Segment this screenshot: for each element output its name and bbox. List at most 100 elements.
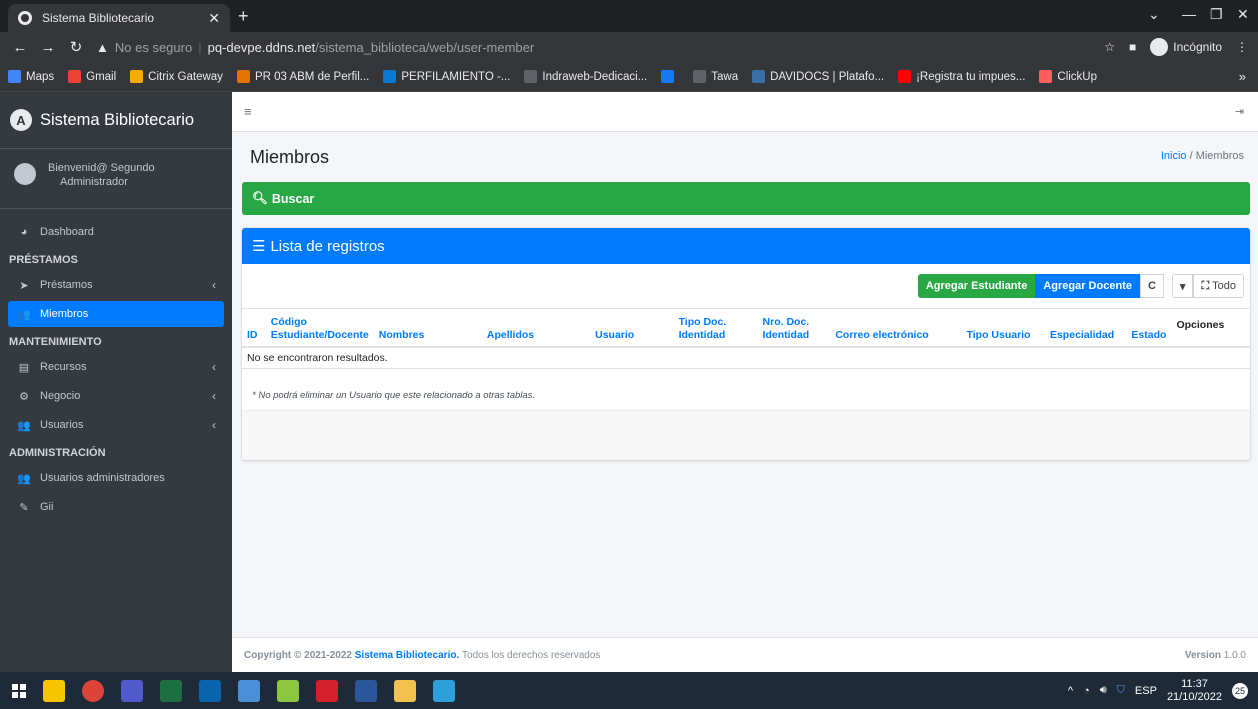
add-teacher-button[interactable]: Agregar Docente — [1035, 274, 1140, 298]
sidebar-item-gii[interactable]: ✎ Gii — [8, 494, 224, 520]
menu-toggle-icon[interactable]: ≡ — [244, 104, 252, 119]
logout-icon[interactable]: ⇥ — [1235, 105, 1244, 118]
bookmark-item[interactable]: DAVIDOCS | Platafo... — [752, 70, 884, 83]
bookmark-item[interactable] — [661, 70, 679, 83]
search-card-header[interactable]: 🔍︎ Buscar — [242, 182, 1250, 215]
bookmark-star-icon[interactable]: ☆ — [1104, 40, 1115, 54]
url-field[interactable]: ▲ No es seguro | pq-devpe.ddns.net /sist… — [96, 35, 1104, 59]
bookmark-item[interactable]: ClickUp — [1039, 70, 1097, 83]
bookmark-label: ¡Registra tu impues... — [916, 70, 1026, 83]
sidebar-item-préstamos[interactable]: ➤ Préstamos ‹ — [8, 272, 224, 298]
column-header[interactable]: Usuario — [590, 308, 674, 348]
column-header-line1: Código — [270, 315, 307, 328]
version-value: 1.0.0 — [1223, 649, 1246, 661]
incognito-label: Incógnito — [1173, 40, 1222, 54]
column-header[interactable]: Nro. Doc. Identidad — [757, 308, 831, 348]
page-title: Miembros — [250, 147, 330, 167]
photos-icon[interactable] — [433, 679, 455, 702]
bookmarks-overflow-icon[interactable]: » — [1239, 69, 1246, 84]
bookmark-item[interactable]: Maps — [8, 70, 54, 83]
column-header[interactable]: Estado — [1126, 308, 1172, 348]
avatar — [14, 163, 36, 185]
browser-menu-icon[interactable]: ⋮ — [1236, 40, 1248, 54]
back-icon[interactable]: ← — [12, 39, 28, 56]
tray-chevron-icon[interactable]: ^ — [1068, 685, 1073, 697]
bookmark-item[interactable]: PERFILAMIENTO -... — [383, 70, 510, 83]
list-icon: ☰ — [252, 238, 266, 255]
new-tab-button[interactable]: + — [238, 6, 249, 27]
bookmark-item[interactable]: Indraweb-Dedicaci... — [524, 70, 647, 83]
acrobat-icon[interactable] — [316, 679, 338, 702]
close-window-icon[interactable]: ✕ — [1237, 6, 1249, 23]
column-header[interactable]: Tipo Usuario — [961, 308, 1045, 348]
paint-icon[interactable] — [238, 679, 260, 702]
bookmark-favicon-icon — [1039, 70, 1053, 83]
edit-icon: ✎ — [19, 501, 29, 514]
column-header[interactable]: Correo electrónico — [830, 308, 962, 348]
search-icon: 🔍︎ — [252, 191, 268, 205]
sidebar-item-usuarios-administradores[interactable]: 👥 Usuarios administradores — [8, 465, 224, 491]
chrome-icon[interactable] — [82, 679, 104, 702]
refresh-button[interactable]: C — [1139, 274, 1164, 298]
language-indicator[interactable]: ESP — [1135, 685, 1157, 697]
address-bar-row: ← → ↻ ▲ No es seguro | pq-devpe.ddns.net… — [0, 32, 1258, 62]
sidebar-item-label: Recursos — [40, 361, 87, 373]
minimize-icon[interactable]: — — [1182, 6, 1196, 22]
reload-icon[interactable]: ↻ — [68, 38, 84, 56]
url-path: /sistema_biblioteca/web/user-member — [315, 39, 535, 55]
teams-icon[interactable] — [121, 679, 143, 702]
browser-tab[interactable]: Sistema Bibliotecario ✕ — [8, 4, 230, 32]
add-student-button[interactable]: Agregar Estudiante — [917, 274, 1036, 298]
user-greeting[interactable]: Bienvenid@ Segundo — [48, 161, 155, 175]
bookmark-item[interactable]: Citrix Gateway — [130, 70, 223, 83]
column-header[interactable]: Especialidad — [1044, 308, 1127, 348]
breadcrumb-home[interactable]: Inicio — [1161, 150, 1187, 162]
footer-brand-link[interactable]: Sistema Bibliotecario. — [355, 650, 459, 661]
sidebar-item-dashboard[interactable]: ◕ Dashboard — [8, 219, 224, 245]
bookmark-item[interactable]: PR 03 ABM de Perfil... — [236, 70, 369, 83]
sticky-notes-icon[interactable] — [43, 679, 65, 702]
brand-link[interactable]: A Sistema Bibliotecario — [0, 92, 232, 149]
word-icon[interactable] — [355, 679, 377, 702]
column-header[interactable]: ID — [242, 308, 266, 348]
bookmark-favicon-icon — [661, 70, 675, 83]
forward-icon[interactable]: → — [40, 39, 56, 56]
app-a-icon[interactable] — [277, 679, 299, 702]
bookmark-label: DAVIDOCS | Platafo... — [770, 70, 885, 83]
excel-icon[interactable] — [160, 679, 182, 702]
sidebar-item-recursos[interactable]: ▤ Recursos ‹ — [8, 354, 224, 380]
clock[interactable]: 11:37 21/10/2022 — [1167, 678, 1222, 704]
column-header[interactable]: Nombres — [373, 308, 482, 348]
bookmark-item[interactable]: ¡Registra tu impues... — [898, 70, 1025, 83]
outlook-icon[interactable] — [199, 679, 221, 702]
windows-start-icon[interactable] — [12, 683, 26, 698]
column-header-line2: ID — [247, 328, 258, 341]
sidebar-item-miembros[interactable]: 👥 Miembros — [8, 301, 224, 327]
sidepanel-icon[interactable]: ■ — [1129, 40, 1136, 54]
incognito-badge[interactable]: Incógnito — [1150, 38, 1222, 56]
column-header[interactable]: Código Estudiante/Docente — [265, 308, 374, 348]
breadcrumb-separator: / — [1189, 150, 1193, 162]
bookmark-favicon-icon — [236, 70, 250, 83]
empty-message: No se encontraron resultados. — [242, 346, 1250, 369]
column-header[interactable]: Tipo Doc. Identidad — [673, 308, 758, 348]
shield-icon[interactable]: ⛉ — [1117, 684, 1125, 697]
network-icon[interactable]: ◔ — [1083, 685, 1090, 697]
column-header[interactable]: Apellidos — [481, 308, 591, 348]
bookmark-label: Tawa — [711, 70, 739, 83]
file-explorer-icon[interactable] — [394, 679, 416, 702]
speaker-icon[interactable]: 🔊︎ — [1100, 684, 1107, 697]
sidebar-item-negocio[interactable]: ⚙ Negocio ‹ — [8, 383, 224, 409]
export-dropdown-button[interactable]: ▾ — [1171, 274, 1194, 298]
tab-search-icon[interactable]: ⌄ — [1148, 6, 1160, 23]
toggle-all-button[interactable]: ⛶ Todo — [1193, 274, 1244, 298]
breadcrumb-current: Miembros — [1195, 150, 1244, 162]
bookmark-item[interactable]: Gmail — [68, 70, 116, 83]
notification-icon[interactable]: 25 — [1232, 682, 1248, 699]
bookmark-item[interactable]: Tawa — [693, 70, 738, 83]
sidebar-item-usuarios[interactable]: 👥 Usuarios ‹ — [8, 412, 224, 438]
tab-close-icon[interactable]: ✕ — [208, 10, 220, 27]
rights-text: Todos los derechos reservados — [462, 649, 601, 661]
delete-note: * No podrá eliminar un Usuario que este … — [252, 390, 536, 401]
restore-icon[interactable]: ❐ — [1210, 6, 1223, 23]
